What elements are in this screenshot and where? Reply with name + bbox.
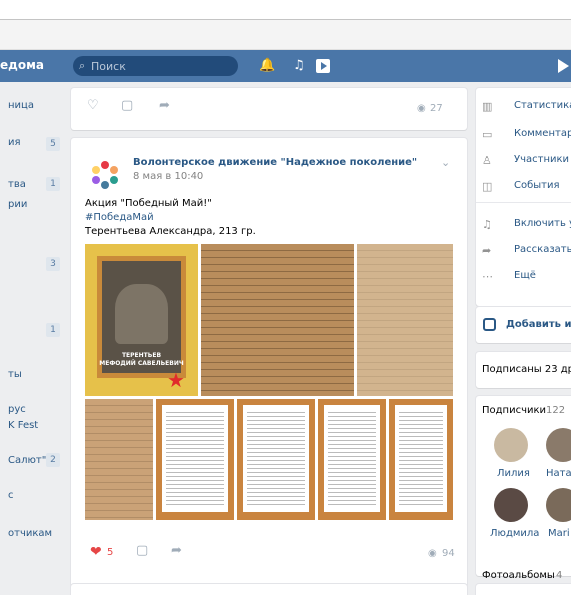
share-icon[interactable]: ➦ [171,543,182,558]
post-date[interactable]: 8 мая в 10:40 [133,171,203,182]
post-text: Терентьева Александра, 213 гр. [85,226,256,237]
post-photo[interactable] [85,399,153,520]
post-photo[interactable]: ТЕРЕНТЬЕВ МЕФОДИЙ САВЕЛЬЕВИЧ ★ [85,244,198,396]
views-icon: ◉ [428,548,437,559]
music-icon[interactable]: ♫ [293,58,305,73]
follower-name[interactable]: Натал [546,468,571,479]
menu-notifications[interactable]: Включить уе [514,218,571,229]
post-photo[interactable] [237,399,315,520]
divider [476,202,571,203]
play-arrow-icon[interactable] [558,59,569,73]
sidebar-badge: 2 [46,453,60,467]
left-sidebar: ница ия 5 тва 1 рии 3 1 ты рус K Fest Са… [0,82,65,595]
avatar[interactable] [494,428,528,462]
search-box[interactable]: ⌕ [73,56,238,76]
albums-title[interactable]: Фотоальбомы [482,570,555,581]
views-count: 94 [442,548,455,559]
menu-comments[interactable]: Комментари [514,128,571,139]
like-count: 5 [107,547,114,558]
post-photo[interactable] [389,399,453,520]
avatar[interactable] [546,428,571,462]
avatar[interactable] [546,488,571,522]
comment-icon: ▭ [482,128,493,141]
bell-icon: ♫ [482,218,492,231]
sidebar-item[interactable]: рус [8,404,26,415]
browser-toolbar [0,20,571,50]
sidebar-item[interactable]: рии [8,199,27,210]
subscribed-friends[interactable]: Подписаны 23 дру [482,364,571,375]
bell-icon[interactable]: 🔔 [259,58,275,73]
albums-count: 4 [556,570,563,581]
sidebar-item[interactable]: ия [8,137,21,148]
chart-icon: ▥ [482,100,493,113]
event-icon: ◫ [482,180,493,193]
sidebar-item[interactable]: Салют" [8,455,46,466]
avatar[interactable] [494,488,528,522]
chevron-down-icon[interactable]: ⌄ [441,156,450,169]
user-icon: ♙ [482,154,492,167]
search-icon: ⌕ [79,59,86,72]
menu-share[interactable]: Рассказать д [514,244,571,255]
post-photo[interactable] [156,399,234,520]
subscribed-card: Подписаны 23 дру [476,352,571,388]
wall-post: Волонтерское движение "Надежное поколени… [71,138,467,588]
star-icon: ★ [167,368,185,392]
photo-caption: ТЕРЕНТЬЕВ МЕФОДИЙ САВЕЛЬЕВИЧ [99,352,184,367]
follower-name[interactable]: Mari [548,528,570,539]
previous-post-footer: ♡ ▢ ➦ ◉ 27 [71,88,467,130]
play-icon[interactable] [316,59,330,73]
share-icon[interactable]: ➦ [159,98,170,113]
sidebar-badge: 3 [46,257,60,271]
comment-icon[interactable]: ▢ [136,543,148,558]
search-input[interactable] [91,56,231,76]
sidebar-item[interactable]: тва [8,179,26,190]
sidebar-badge: 5 [46,137,60,151]
page-root: едома ⌕ 🔔 ♫ ница ия 5 тва 1 рии 3 1 ты р… [0,0,571,595]
followers-title[interactable]: Подписчики [482,405,546,416]
browser-tab-strip [0,0,571,20]
like-filled-icon[interactable]: ❤ [90,545,102,559]
menu-events[interactable]: События [514,180,560,191]
more-icon: ⋯ [482,270,493,283]
like-icon[interactable]: ♡ [87,98,99,113]
menu-more[interactable]: Ещё [514,270,536,281]
camera-icon [483,318,496,331]
group-menu: ▥ Статистика ▭ Комментари ♙ Участники ◫ … [476,88,571,306]
sidebar-item[interactable]: отчикам [8,528,52,539]
post-author[interactable]: Волонтерское движение "Надежное поколени… [133,157,417,168]
post-photo[interactable] [201,244,354,396]
site-logo[interactable]: едома [0,58,44,72]
sidebar-item[interactable]: ница [8,100,34,111]
follower-name[interactable]: Лилия [497,468,530,479]
add-story-card: Добавить ис [476,307,571,343]
share-icon: ➦ [482,244,492,257]
followers-count: 122 [546,405,566,416]
author-avatar[interactable] [88,158,122,192]
albums-card: Фотоальбомы 4 [476,570,571,595]
post-hashtag[interactable]: #ПобедаМай [85,212,154,223]
post-text: Акция "Победный Май!" [85,198,212,209]
add-story-link[interactable]: Добавить ис [506,319,571,330]
views-icon: ◉ [417,103,426,114]
views-count: 27 [430,103,443,114]
next-post [71,584,467,595]
sidebar-item[interactable]: ты [8,369,22,380]
menu-members[interactable]: Участники [514,154,569,165]
menu-statistics[interactable]: Статистика [514,100,571,111]
followers-card: Подписчики 122 Лилия Натал Людмила Mari [476,396,571,576]
comment-icon[interactable]: ▢ [121,98,133,113]
post-photo[interactable] [318,399,386,520]
sidebar-badge: 1 [46,177,60,191]
top-header: едома ⌕ 🔔 ♫ [0,50,571,82]
post-photo[interactable] [357,244,453,396]
sidebar-item[interactable]: K Fest [8,420,38,431]
sidebar-item[interactable]: с [8,490,14,501]
follower-name[interactable]: Людмила [490,528,539,539]
sidebar-badge: 1 [46,323,60,337]
